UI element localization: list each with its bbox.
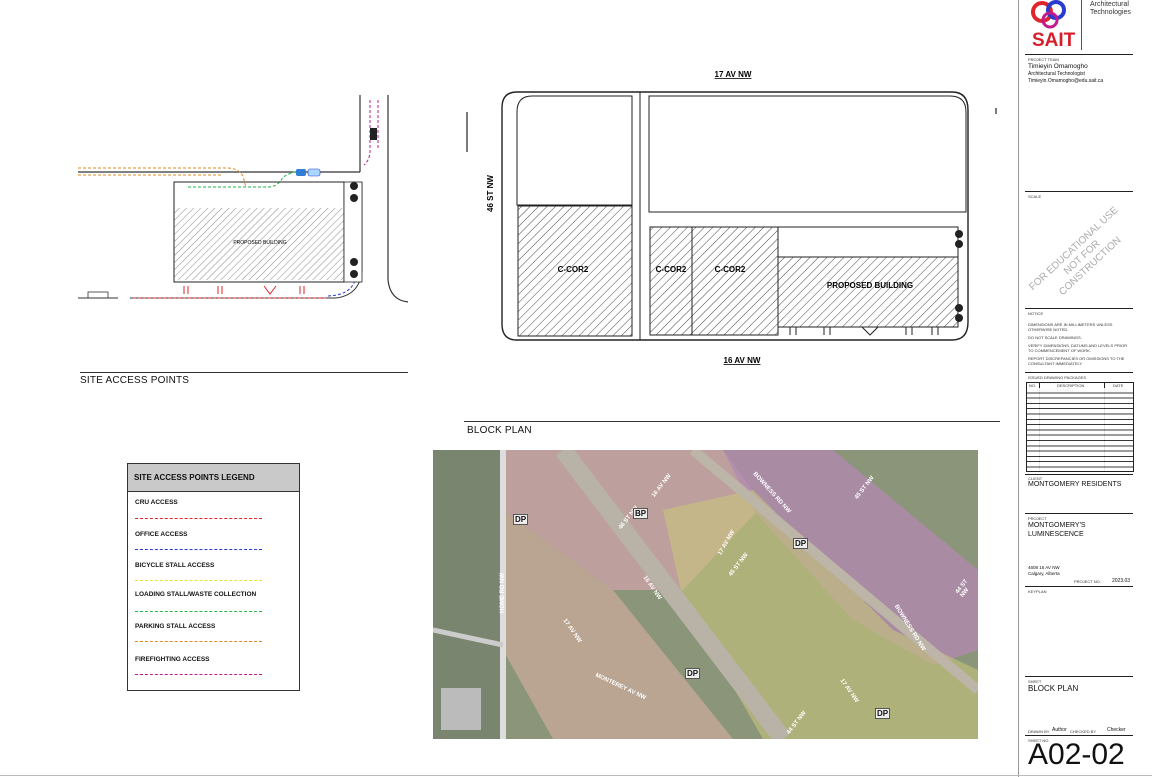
map-marker: DP [685,668,701,679]
team-name: Timieyin Omamogho [1028,63,1088,70]
issued-table: NO. DESCRIPTION DATE ISSUED FOR FINAL 20… [1026,382,1134,472]
team-email: Timieyin.Omamogho@edu.sait.ca [1028,78,1104,84]
street-west-label: 46 ST NW [486,175,495,212]
legend-line [135,580,262,581]
street-north-label: 17 AV NW [715,70,752,79]
parcel-label: C-COR2 [558,265,589,274]
parcel-label: PROPOSED BUILDING [827,281,913,290]
legend-item-label: CRU ACCESS [135,499,178,506]
sheet-number: A02-02 [1028,738,1125,771]
issued-label: ISSUED DRAWING PACKAGES [1028,375,1087,380]
sheet-name: BLOCK PLAN [1028,684,1079,693]
checked-by-label: CHECKED BY [1070,729,1097,734]
map-marker: DP [875,708,891,719]
project-no: 2023.03 [1112,578,1131,584]
map-marker: DP [793,538,809,549]
legend-item-label: BICYCLE STALL ACCESS [135,562,215,569]
legend-line [135,611,262,612]
site-building-label: PROPOSED BUILDING [233,240,286,246]
legend-item-label: LOADING STALL/WASTE COLLECTION [135,591,257,598]
project-team-label: PROJECT TEAM [1028,57,1059,62]
team-role: Architectural Technologist [1028,71,1085,77]
project-address: 4608 16 AV NW Calgary, Alberta [1028,565,1060,576]
logo-text: SAIT [1032,30,1076,51]
legend-item-label: OFFICE ACCESS [135,531,188,538]
site-access-drawing: PROPOSED BUILDING [78,95,409,303]
drawn-by-label: DRAWN BY [1028,729,1050,734]
drawn-by: Author [1052,727,1067,733]
notice-list: DIMENSIONS ARE IN MILLIMETERS UNLESS OTH… [1028,322,1127,366]
parcel-label: C-COR2 [656,265,687,274]
street-south-label: 16 AV NW [724,356,761,365]
notice-label: NOTICE [1028,311,1044,316]
sait-logo [1031,0,1066,29]
legend-title: SITE ACCESS POINTS LEGEND [134,473,255,482]
scale-label: SCALE [1028,194,1042,199]
keyplan-label: KEYPLAN [1028,589,1047,594]
legend-line [135,518,262,519]
map-street-label: HOME RD NW [500,573,506,613]
client-name: MONTGOMERY RESIDENTS [1028,481,1122,488]
parcel-label: C-COR2 [715,265,746,274]
map-marker: DP [513,514,529,525]
legend-box: SITE ACCESS POINTS LEGEND CRU ACCESS OFF… [127,463,300,691]
legend-line [135,641,262,642]
legend-line [135,674,262,675]
block-plan-title: BLOCK PLAN [467,425,532,436]
map-marker: BP [633,508,649,519]
logo-subtitle: Architectural Technologies [1090,1,1131,16]
project-name: MONTGOMERY'S LUMINESCENCE [1028,522,1086,538]
educational-stamp: FOR EDUCATIONAL USE NOT FOR CONSTRUCTION [1027,204,1124,298]
block-plan-drawing: 17 AV NW 16 AV NW 46 ST NW C-COR2 C-COR2… [466,70,997,365]
checked-by: Checker [1107,727,1126,733]
legend-item-label: PARKING STALL ACCESS [135,623,216,630]
project-no-label: PROJECT NO. [1074,579,1101,584]
aerial-map: 16 AV NW 46 ST NW 17 AV NW 45 ST NW BOWN… [433,450,978,739]
legend-line [135,549,262,550]
legend-item-label: FIREFIGHTING ACCESS [135,656,210,663]
site-access-title: SITE ACCESS POINTS [80,375,190,386]
